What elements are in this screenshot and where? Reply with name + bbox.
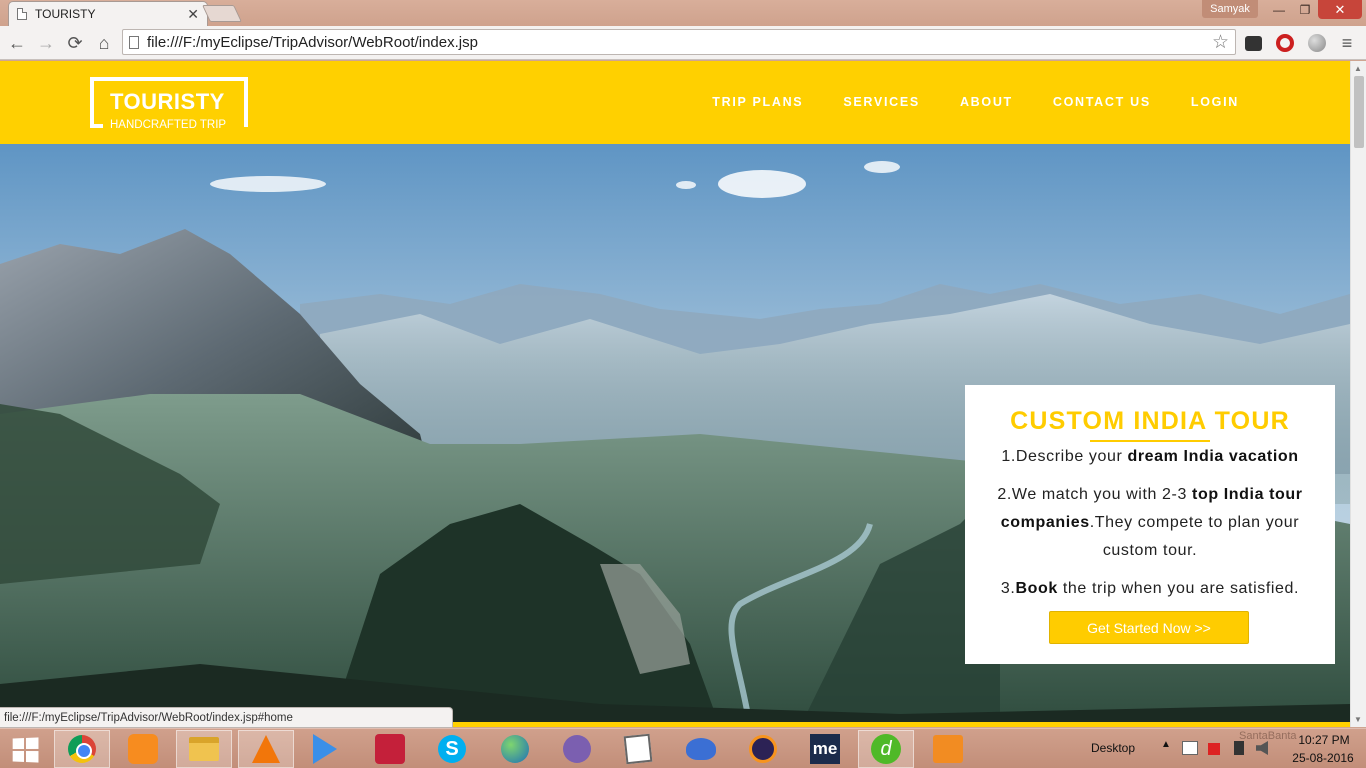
notepad-icon bbox=[623, 733, 653, 765]
minimize-button[interactable]: — bbox=[1266, 0, 1292, 19]
taskbar-me[interactable]: me bbox=[797, 730, 853, 768]
home-button[interactable]: ⌂ bbox=[92, 31, 116, 55]
get-started-button[interactable]: Get Started Now >> bbox=[1049, 611, 1249, 644]
action-center-icon[interactable] bbox=[1182, 741, 1198, 755]
tab-close-icon[interactable]: ✕ bbox=[187, 6, 199, 23]
forward-button[interactable]: → bbox=[34, 31, 58, 55]
scroll-up-icon[interactable]: ▲ bbox=[1354, 64, 1362, 73]
nav-about[interactable]: ABOUT bbox=[960, 95, 1013, 109]
tray-expand-icon[interactable]: ▲ bbox=[1161, 739, 1171, 750]
chrome-icon bbox=[68, 735, 96, 763]
extension-opera-icon[interactable] bbox=[1274, 32, 1296, 54]
link-status-bubble: file:///F:/myEclipse/TripAdvisor/WebRoot… bbox=[0, 707, 453, 728]
site-logo[interactable]: TOURISTY HANDCRAFTED TRIP bbox=[90, 77, 248, 131]
step-3-bold: Book bbox=[1015, 580, 1058, 597]
extension-ghostery-icon[interactable] bbox=[1242, 32, 1264, 54]
skype-icon: S bbox=[438, 735, 466, 763]
dolphin-icon bbox=[686, 738, 716, 760]
dreamweaver-icon: d bbox=[871, 734, 901, 764]
step-2-text: 2.We match you with 2-3 bbox=[997, 486, 1193, 503]
browser-toolbar: ← → ⟳ ⌂ file:///F:/myEclipse/TripAdvisor… bbox=[0, 26, 1366, 60]
site-header: TOURISTY HANDCRAFTED TRIP TRIP PLANS SER… bbox=[0, 61, 1350, 144]
taskbar-network[interactable] bbox=[487, 730, 543, 768]
promo-divider bbox=[1090, 440, 1210, 442]
vlc-icon bbox=[252, 735, 280, 763]
file-explorer-icon bbox=[189, 737, 219, 761]
chrome-menu-icon[interactable]: ≡ bbox=[1336, 32, 1358, 54]
browser-title-bar: TOURISTY ✕ Samyak — ❐ ✕ bbox=[0, 0, 1366, 26]
taskbar-file-explorer[interactable] bbox=[176, 730, 232, 768]
taskbar-chrome[interactable] bbox=[54, 730, 110, 768]
new-tab-button[interactable] bbox=[202, 5, 242, 22]
taskbar-tor[interactable] bbox=[549, 730, 605, 768]
page-scrollbar[interactable]: ▲ ▼ bbox=[1350, 61, 1366, 727]
network-globe-icon bbox=[501, 735, 529, 763]
taskbar-vlc[interactable] bbox=[238, 730, 294, 768]
battery-icon[interactable] bbox=[1234, 741, 1244, 755]
page-icon bbox=[17, 8, 27, 20]
taskbar-dreamweaver[interactable]: d bbox=[858, 730, 914, 768]
taskbar-media-player[interactable] bbox=[297, 730, 353, 768]
me-icon: me bbox=[810, 734, 840, 764]
address-bar[interactable]: file:///F:/myEclipse/TripAdvisor/WebRoot… bbox=[122, 29, 1236, 55]
reload-button[interactable]: ⟳ bbox=[63, 31, 87, 55]
maximize-button[interactable]: ❐ bbox=[1292, 0, 1318, 19]
tor-icon bbox=[563, 735, 591, 763]
profile-badge[interactable]: Samyak bbox=[1202, 0, 1258, 18]
windows-taskbar: S me d SantaBanta Desktop ▲ 10:27 PM 25-… bbox=[0, 728, 1366, 768]
desktop-toolbar-label[interactable]: Desktop bbox=[1091, 741, 1135, 755]
taskbar-uc-browser[interactable] bbox=[115, 730, 171, 768]
screen-recorder-icon bbox=[375, 734, 405, 764]
step-1-bold: dream India vacation bbox=[1127, 448, 1299, 465]
taskbar-eclipse[interactable] bbox=[735, 730, 791, 768]
media-player-icon bbox=[313, 734, 337, 764]
address-url[interactable]: file:///F:/myEclipse/TripAdvisor/WebRoot… bbox=[147, 34, 1212, 51]
step-3-suffix: the trip when you are satisfied. bbox=[1057, 580, 1300, 597]
security-lock-icon bbox=[933, 735, 963, 763]
nav-login[interactable]: LOGIN bbox=[1191, 95, 1239, 109]
promo-title: CUSTOM INDIA TOUR bbox=[1010, 407, 1290, 435]
nav-trip-plans[interactable]: TRIP PLANS bbox=[712, 95, 803, 109]
start-button[interactable] bbox=[7, 734, 45, 766]
promo-step-1: 1.Describe your dream India vacation bbox=[983, 443, 1317, 471]
logo-subtitle: HANDCRAFTED TRIP bbox=[110, 119, 227, 131]
uc-browser-icon bbox=[128, 734, 158, 764]
document-icon bbox=[129, 35, 139, 49]
page-viewport: TOURISTY HANDCRAFTED TRIP TRIP PLANS SER… bbox=[0, 61, 1350, 727]
step-2-suffix: .They compete to plan your custom tour. bbox=[1089, 514, 1300, 559]
network-error-icon[interactable] bbox=[1208, 743, 1220, 755]
close-window-button[interactable]: ✕ bbox=[1318, 0, 1362, 19]
step-1-text: 1.Describe your bbox=[1001, 448, 1128, 465]
logo-title: TOURISTY bbox=[110, 89, 225, 114]
browser-tab[interactable]: TOURISTY ✕ bbox=[8, 1, 208, 26]
volume-icon[interactable] bbox=[1256, 741, 1268, 755]
clock-date[interactable]: 25-08-2016 bbox=[1288, 751, 1358, 765]
tab-title: TOURISTY bbox=[35, 7, 96, 21]
custom-tour-card: CUSTOM INDIA TOUR 1.Describe your dream … bbox=[965, 385, 1335, 664]
back-button[interactable]: ← bbox=[5, 31, 29, 55]
taskbar-screen-recorder[interactable] bbox=[362, 730, 418, 768]
watermark: SantaBanta bbox=[1239, 730, 1297, 742]
scrollbar-thumb[interactable] bbox=[1354, 76, 1364, 148]
promo-step-3: 3.Book the trip when you are satisfied. bbox=[983, 575, 1317, 603]
eclipse-icon bbox=[749, 735, 777, 763]
taskbar-security[interactable] bbox=[920, 730, 976, 768]
nav-contact-us[interactable]: CONTACT US bbox=[1053, 95, 1151, 109]
taskbar-dolphin[interactable] bbox=[673, 730, 729, 768]
step-3-text: 3. bbox=[1000, 580, 1016, 597]
taskbar-skype[interactable]: S bbox=[424, 730, 480, 768]
extension-globe-icon[interactable] bbox=[1306, 32, 1328, 54]
promo-step-2: 2.We match you with 2-3 top India tour c… bbox=[983, 481, 1317, 565]
bookmark-star-icon[interactable]: ☆ bbox=[1212, 31, 1229, 54]
taskbar-notepad[interactable] bbox=[610, 730, 666, 768]
nav-services[interactable]: SERVICES bbox=[843, 95, 920, 109]
scroll-down-icon[interactable]: ▼ bbox=[1354, 715, 1362, 724]
main-nav: TRIP PLANS SERVICES ABOUT CONTACT US LOG… bbox=[712, 95, 1239, 109]
clock-time[interactable]: 10:27 PM bbox=[1294, 733, 1354, 747]
